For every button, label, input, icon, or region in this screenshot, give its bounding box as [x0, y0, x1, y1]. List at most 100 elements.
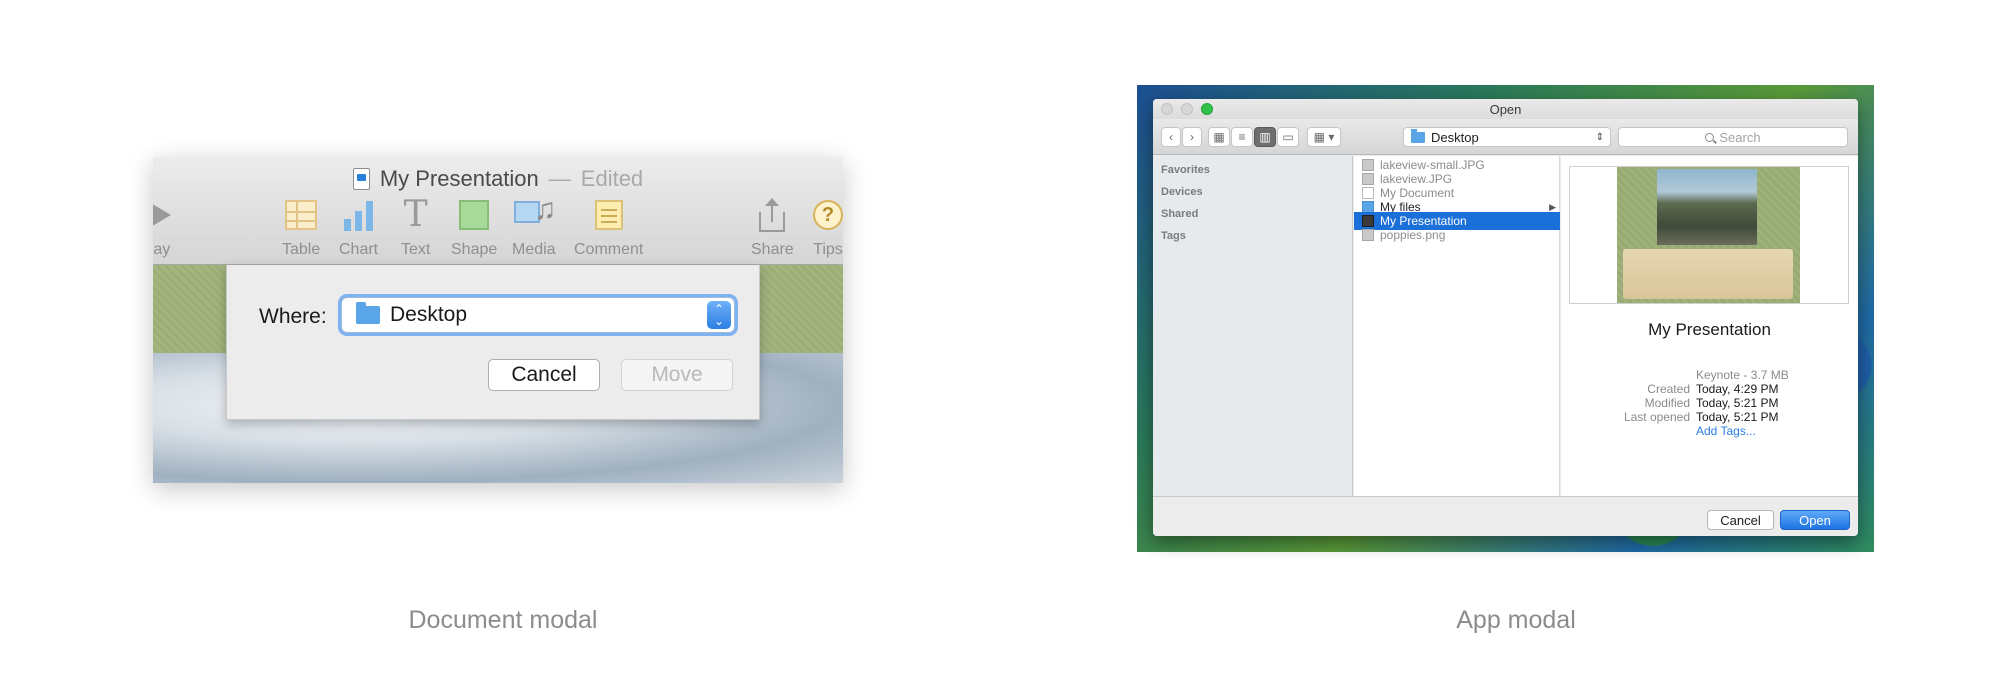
- toolbar-comment-button[interactable]: Comment: [574, 195, 643, 259]
- sidebar-favorites[interactable]: Favorites: [1161, 164, 1210, 176]
- search-field[interactable]: Search: [1618, 127, 1848, 147]
- sidebar-shared[interactable]: Shared: [1161, 208, 1198, 220]
- cover-flow-icon: ▭: [1282, 130, 1294, 144]
- toolbar-share-label: Share: [751, 241, 794, 258]
- keynote-document-window: My Presentation — Edited lay Table: [153, 157, 843, 483]
- document-title-bar: My Presentation — Edited: [153, 161, 843, 197]
- meta-last-opened-value: Today, 5:21 PM: [1696, 410, 1779, 424]
- toolbar-chart-label: Chart: [339, 241, 379, 258]
- popup-arrows-icon: ⇕: [1595, 131, 1604, 143]
- where-location-value: Desktop: [390, 303, 468, 326]
- toolbar-play-label: lay: [153, 241, 171, 258]
- toolbar-shape-button[interactable]: Shape: [451, 195, 497, 259]
- toolbar-text-label: Text: [401, 241, 431, 258]
- move-button[interactable]: Move: [621, 359, 733, 391]
- open-dialog-title: Open: [1489, 101, 1522, 117]
- edited-status: Edited: [580, 166, 644, 191]
- toolbar-shape-label: Shape: [451, 241, 498, 258]
- toolbar-text-button[interactable]: T Text: [401, 195, 430, 259]
- sidebar-tags[interactable]: Tags: [1161, 230, 1186, 242]
- keynote-document-icon: [352, 168, 370, 190]
- window-controls: [1161, 103, 1213, 115]
- arrange-button[interactable]: ▦ ▾: [1307, 127, 1341, 147]
- folder-icon: [356, 302, 380, 324]
- shape-icon: [459, 200, 490, 230]
- grid-icon: ▦: [1213, 130, 1225, 144]
- toolbar-comment-label: Comment: [574, 241, 644, 258]
- media-icon: ♫: [513, 193, 556, 231]
- zoom-window-button[interactable]: [1201, 103, 1213, 115]
- location-value: Desktop: [1431, 129, 1479, 145]
- file-name: poppies.png: [1380, 228, 1446, 242]
- meta-modified-label: Modified: [1644, 396, 1690, 410]
- columns-icon: ▥: [1259, 130, 1271, 144]
- toolbar-table-label: Table: [282, 241, 321, 258]
- text-icon: T: [403, 194, 428, 235]
- folder-icon: [1411, 128, 1425, 143]
- open-dialog-toolbar: ‹ › ▦ ≡ ▥ ▭ ▦ ▾ Desktop ⇕ Search: [1153, 119, 1858, 155]
- popup-stepper-icon: ⌃ ⌄: [707, 301, 731, 329]
- preview-thumbnail-frame: [1569, 166, 1849, 304]
- meta-created-value: Today, 4:29 PM: [1696, 382, 1779, 396]
- toolbar-chart-button[interactable]: Chart: [339, 195, 378, 259]
- chart-icon: [342, 199, 376, 231]
- add-tags-link[interactable]: Add Tags...: [1696, 424, 1756, 438]
- location-popup[interactable]: Desktop ⇕: [1403, 127, 1611, 147]
- search-icon: [1705, 132, 1715, 142]
- toolbar-tips-label: Tips: [813, 241, 843, 258]
- share-icon: [759, 198, 786, 232]
- sidebar: Favorites Devices Shared Tags: [1153, 156, 1353, 496]
- search-placeholder: Search: [1719, 129, 1761, 145]
- title-separator: —: [548, 166, 571, 191]
- page: My Presentation — Edited lay Table: [0, 0, 2000, 700]
- image-file-icon: [1362, 229, 1374, 241]
- file-row[interactable]: poppies.png: [1354, 226, 1560, 244]
- cover-flow-button[interactable]: ▭: [1277, 127, 1299, 147]
- forward-button[interactable]: ›: [1182, 127, 1202, 147]
- column-view-button[interactable]: ▥: [1254, 127, 1276, 147]
- file-column: lakeview-small.JPG lakeview.JPG My Docum…: [1354, 156, 1560, 496]
- meta-last-opened-label: Last opened: [1623, 410, 1690, 424]
- cancel-button[interactable]: Cancel: [1707, 510, 1774, 530]
- tips-icon: ?: [813, 200, 843, 230]
- preview-file-name: My Presentation: [1648, 320, 1771, 339]
- app-modal-caption: App modal: [1456, 606, 1576, 634]
- list-view-button[interactable]: ≡: [1231, 127, 1253, 147]
- keynote-toolbar: My Presentation — Edited lay Table: [153, 157, 843, 265]
- sidebar-devices[interactable]: Devices: [1161, 186, 1203, 198]
- play-icon: [153, 202, 171, 228]
- move-sheet: Where: Desktop ⌃ ⌄ Cancel Move: [226, 265, 760, 420]
- open-button[interactable]: Open: [1780, 510, 1850, 530]
- open-dialog-titlebar: Open: [1153, 99, 1858, 119]
- toolbar-tips-button[interactable]: ? Tips: [813, 195, 843, 259]
- document-modal-caption: Document modal: [408, 606, 598, 634]
- cancel-button[interactable]: Cancel: [488, 359, 600, 391]
- where-label: Where:: [259, 305, 327, 328]
- toolbar-table-button[interactable]: Table: [282, 195, 320, 259]
- minimize-window-button[interactable]: [1181, 103, 1193, 115]
- thumbnail-photo: [1657, 169, 1757, 245]
- thumbnail-scroll-graphic: [1623, 249, 1793, 299]
- toolbar-media-label: Media: [512, 241, 556, 258]
- icon-view-button[interactable]: ▦: [1208, 127, 1230, 147]
- meta-modified-value: Today, 5:21 PM: [1696, 396, 1779, 410]
- table-icon: [285, 200, 318, 230]
- comment-icon: [594, 200, 623, 230]
- list-icon: ≡: [1238, 130, 1246, 144]
- close-window-button[interactable]: [1161, 103, 1173, 115]
- meta-created-label: Created: [1647, 382, 1690, 396]
- toolbar-media-button[interactable]: ♫ Media: [512, 193, 556, 259]
- chevron-left-icon: ‹: [1169, 130, 1173, 144]
- arrange-grid-icon: ▦ ▾: [1313, 130, 1335, 144]
- preview-pane: My Presentation Keynote - 3.7 MB Created…: [1561, 156, 1858, 496]
- document-title: My Presentation: [379, 166, 539, 191]
- back-button[interactable]: ‹: [1161, 127, 1181, 147]
- where-location-popup[interactable]: Desktop ⌃ ⌄: [341, 297, 735, 333]
- meta-kind-value: Keynote - 3.7 MB: [1696, 368, 1789, 382]
- open-dialog-footer: Cancel Open: [1153, 496, 1858, 536]
- disclosure-arrow-icon: ▶: [1549, 201, 1556, 212]
- chevron-right-icon: ›: [1190, 130, 1194, 144]
- toolbar-play-button[interactable]: lay: [153, 195, 171, 259]
- open-dialog-window: Open ‹ › ▦ ≡ ▥ ▭ ▦ ▾ Desktop ⇕ Search Fa…: [1153, 99, 1858, 536]
- toolbar-share-button[interactable]: Share: [751, 195, 794, 259]
